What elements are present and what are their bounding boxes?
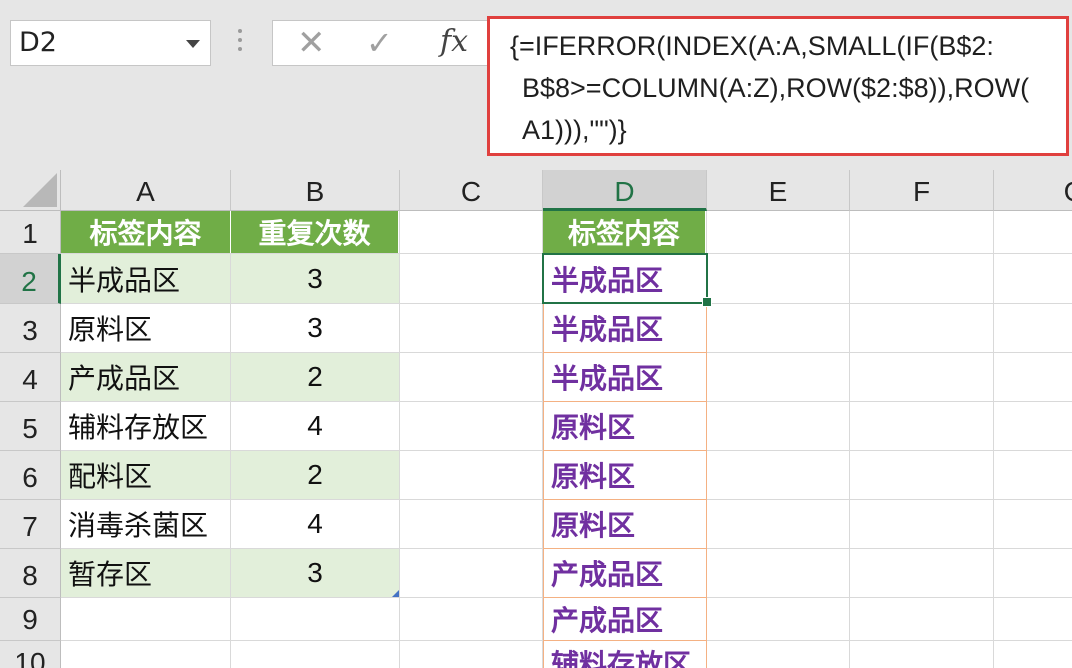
cell-d4[interactable]: 半成品区 bbox=[543, 353, 707, 402]
row-header-4[interactable]: 4 bbox=[0, 353, 61, 402]
row-header-5[interactable]: 5 bbox=[0, 402, 61, 451]
chevron-down-icon[interactable] bbox=[186, 40, 200, 48]
cell-b4[interactable]: 2 bbox=[231, 353, 399, 401]
row-header-3[interactable]: 3 bbox=[0, 304, 61, 353]
formula-line: B$8>=COLUMN(A:Z),ROW($2:$8)),ROW( bbox=[522, 73, 1030, 103]
name-box-value: D2 bbox=[19, 27, 57, 58]
cell-a4[interactable]: 产成品区 bbox=[61, 353, 230, 401]
row-header-9[interactable]: 9 bbox=[0, 598, 61, 641]
cancel-icon[interactable]: ✕ bbox=[297, 23, 326, 63]
cell-d5[interactable]: 原料区 bbox=[543, 402, 707, 451]
spreadsheet-grid[interactable]: A B C D E F G 1 2 3 4 5 6 7 8 9 10 标签内容 … bbox=[0, 170, 1072, 668]
column-header-b[interactable]: B bbox=[231, 170, 400, 211]
row-header-10[interactable]: 10 bbox=[0, 641, 61, 668]
row-header-7[interactable]: 7 bbox=[0, 500, 61, 549]
cell-a5[interactable]: 辅料存放区 bbox=[61, 402, 230, 450]
cell-b3[interactable]: 3 bbox=[231, 304, 399, 352]
cell-d8[interactable]: 产成品区 bbox=[543, 549, 707, 598]
column-header-d[interactable]: D bbox=[543, 170, 707, 211]
row-header-6[interactable]: 6 bbox=[0, 451, 61, 500]
formula-bar-area: D2 ✕ ✓ fx {=IFERROR(INDEX(A:A,SMALL(IF(B… bbox=[0, 0, 1072, 170]
cell-d1-header[interactable]: 标签内容 bbox=[543, 211, 706, 253]
column-header-e[interactable]: E bbox=[707, 170, 850, 211]
column-header-f[interactable]: F bbox=[850, 170, 994, 211]
formula-line: {=IFERROR(INDEX(A:A,SMALL(IF(B$2: bbox=[510, 31, 994, 61]
cell-a6[interactable]: 配料区 bbox=[61, 451, 230, 499]
select-all-button[interactable] bbox=[0, 170, 61, 211]
cell-b1-header[interactable]: 重复次数 bbox=[231, 211, 399, 253]
table-resize-handle[interactable] bbox=[392, 590, 399, 597]
column-header-c[interactable]: C bbox=[400, 170, 543, 211]
cell-a2[interactable]: 半成品区 bbox=[61, 254, 230, 303]
fill-handle[interactable] bbox=[702, 297, 712, 307]
row-header-8[interactable]: 8 bbox=[0, 549, 61, 598]
cell-d6[interactable]: 原料区 bbox=[543, 451, 707, 500]
formula-line: A1))),"")} bbox=[522, 115, 627, 145]
cell-d10[interactable]: 辅料存放区 bbox=[543, 641, 707, 668]
cell-a8[interactable]: 暂存区 bbox=[61, 549, 230, 597]
cell-b8[interactable]: 3 bbox=[231, 549, 399, 597]
column-header-a[interactable]: A bbox=[61, 170, 231, 211]
row-header-1[interactable]: 1 bbox=[0, 211, 61, 254]
cell-b7[interactable]: 4 bbox=[231, 500, 399, 548]
formula-input[interactable]: {=IFERROR(INDEX(A:A,SMALL(IF(B$2: B$8>=C… bbox=[487, 16, 1069, 156]
cell-a3[interactable]: 原料区 bbox=[61, 304, 230, 352]
cell-a1-header[interactable]: 标签内容 bbox=[61, 211, 231, 253]
cell-a7[interactable]: 消毒杀菌区 bbox=[61, 500, 230, 548]
formula-text: {=IFERROR(INDEX(A:A,SMALL(IF(B$2: B$8>=C… bbox=[510, 25, 1058, 151]
cell-b6[interactable]: 2 bbox=[231, 451, 399, 499]
cell-b5[interactable]: 4 bbox=[231, 402, 399, 450]
enter-icon[interactable]: ✓ bbox=[366, 23, 393, 63]
column-header-g[interactable]: G bbox=[994, 170, 1072, 211]
drag-handle-icon[interactable] bbox=[238, 29, 242, 56]
cell-d7[interactable]: 原料区 bbox=[543, 500, 707, 549]
insert-function-icon[interactable]: fx bbox=[440, 22, 468, 62]
cell-b2[interactable]: 3 bbox=[231, 254, 399, 303]
active-cell-selection bbox=[542, 253, 708, 304]
name-box[interactable]: D2 bbox=[10, 20, 211, 66]
row-header-2[interactable]: 2 bbox=[0, 254, 61, 304]
cell-d9[interactable]: 产成品区 bbox=[543, 598, 707, 641]
cell-d3[interactable]: 半成品区 bbox=[543, 304, 707, 353]
